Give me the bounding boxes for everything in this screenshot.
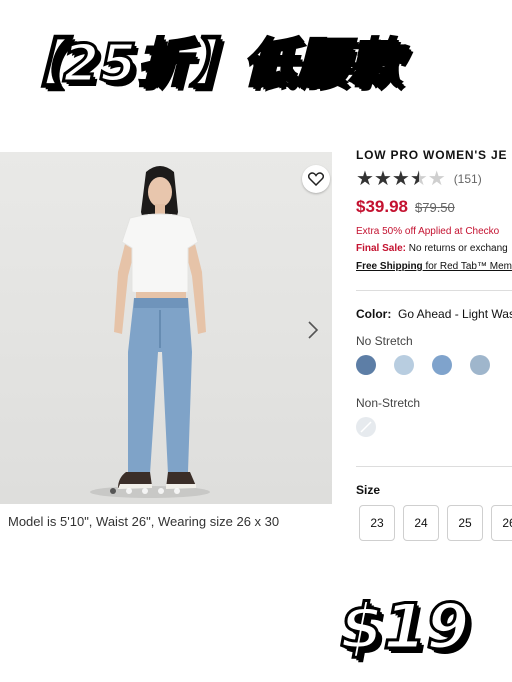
divider	[356, 466, 512, 467]
no-stretch-swatches	[356, 355, 490, 375]
star-filled-icon: ★	[356, 168, 374, 190]
unavailable-slash-icon	[360, 421, 372, 433]
star-filled-icon: ★	[373, 168, 392, 190]
carousel-dots	[110, 488, 180, 494]
color-swatch[interactable]	[394, 355, 414, 375]
chevron-right-icon	[308, 321, 319, 339]
price-row: $39.98 $79.50	[356, 197, 455, 217]
color-swatch[interactable]	[356, 355, 376, 375]
carousel-dot[interactable]	[142, 488, 148, 494]
favorite-button[interactable]	[302, 165, 330, 193]
carousel-dot[interactable]	[110, 488, 116, 494]
size-option-25[interactable]: 25	[447, 505, 483, 541]
divider	[356, 290, 512, 291]
color-row: Color: Go Ahead - Light Was	[356, 307, 512, 321]
carousel-dot[interactable]	[174, 488, 180, 494]
carousel-next-button[interactable]	[303, 318, 323, 342]
non-stretch-label: Non-Stretch	[356, 396, 421, 410]
final-sale-label: Final Sale:	[356, 243, 407, 254]
final-sale-text: No returns or exchang	[406, 243, 508, 254]
color-swatch[interactable]	[432, 355, 452, 375]
carousel-dot[interactable]	[126, 488, 132, 494]
product-title: LOW PRO WOMEN'S JE	[356, 148, 508, 162]
size-option-24[interactable]: 24	[403, 505, 439, 541]
size-option-23[interactable]: 23	[359, 505, 395, 541]
promo-text: Extra 50% off Applied at Checko	[356, 226, 500, 237]
star-half-icon: ★	[409, 168, 428, 190]
color-label: Color:	[356, 307, 392, 321]
color-swatch-unavailable[interactable]	[356, 417, 376, 437]
carousel-dot[interactable]	[158, 488, 164, 494]
no-stretch-label: No Stretch	[356, 334, 413, 348]
heart-icon	[308, 172, 324, 186]
shipping-notice: Free Shipping for Red Tab™ Mem	[356, 261, 512, 272]
size-option-26[interactable]: 26	[491, 505, 512, 541]
sale-price: $39.98	[356, 197, 408, 216]
color-swatch[interactable]	[470, 355, 490, 375]
banner-title: 【25折】低腰款	[8, 32, 403, 95]
star-filled-icon: ★	[391, 168, 410, 190]
star-empty-icon: ★	[427, 168, 446, 190]
size-options: 23 24 25 26	[359, 505, 512, 541]
size-label: Size	[356, 483, 381, 497]
original-price: $79.50	[415, 200, 455, 215]
final-sale-notice: Final Sale: No returns or exchang	[356, 243, 508, 254]
model-photo	[90, 166, 210, 498]
review-count[interactable]: (151)	[454, 172, 482, 186]
product-info-panel: LOW PRO WOMEN'S JE ★ ★ ★ ★ ★ (151) $39.9…	[356, 0, 512, 682]
non-stretch-swatches	[356, 417, 376, 437]
promo-banner: 【25折】低腰款	[8, 22, 403, 95]
overlay-price: $19	[338, 589, 470, 665]
color-value: Go Ahead - Light Was	[398, 307, 512, 321]
free-shipping-link[interactable]: Free Shipping	[356, 261, 423, 272]
red-tab-link[interactable]: for Red Tab™ Mem	[423, 261, 512, 272]
model-caption: Model is 5'10", Waist 26", Wearing size …	[8, 514, 280, 529]
product-image[interactable]	[0, 152, 332, 504]
rating[interactable]: ★ ★ ★ ★ ★ (151)	[356, 169, 482, 189]
